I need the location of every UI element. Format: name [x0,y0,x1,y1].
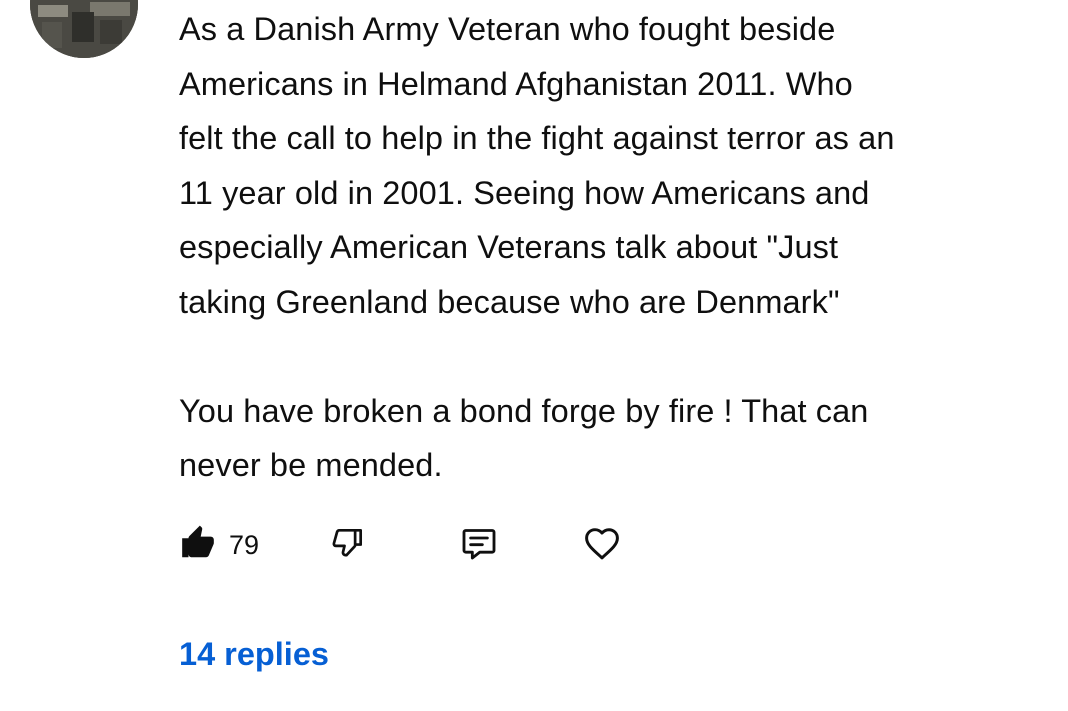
heart-icon [581,522,623,569]
comment-reply-icon [459,523,499,568]
thumbs-up-icon [179,524,217,567]
reply-button[interactable] [459,523,581,568]
heart-button[interactable] [581,522,641,569]
comment-body: As a Danish Army Veteran who fought besi… [179,2,1039,493]
thumbs-down-icon [329,524,367,567]
like-button[interactable]: 79 [179,524,329,567]
comment-text: As a Danish Army Veteran who fought besi… [179,11,895,483]
like-count: 79 [229,529,260,560]
replies-link[interactable]: 14 replies [179,636,329,673]
comment-actions: 79 [179,520,641,570]
avatar[interactable] [30,0,138,58]
dislike-button[interactable] [329,524,459,567]
